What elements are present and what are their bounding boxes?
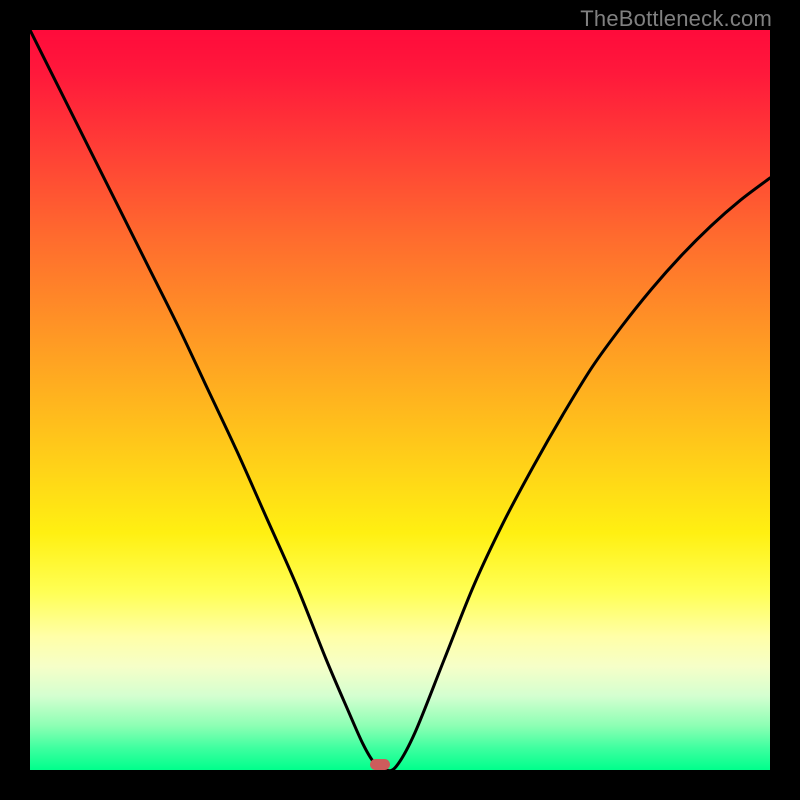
bottleneck-curve: [30, 30, 770, 770]
plot-area: [30, 30, 770, 770]
chart-frame: TheBottleneck.com: [0, 0, 800, 800]
watermark-text: TheBottleneck.com: [580, 6, 772, 32]
optimum-marker: [370, 759, 390, 770]
